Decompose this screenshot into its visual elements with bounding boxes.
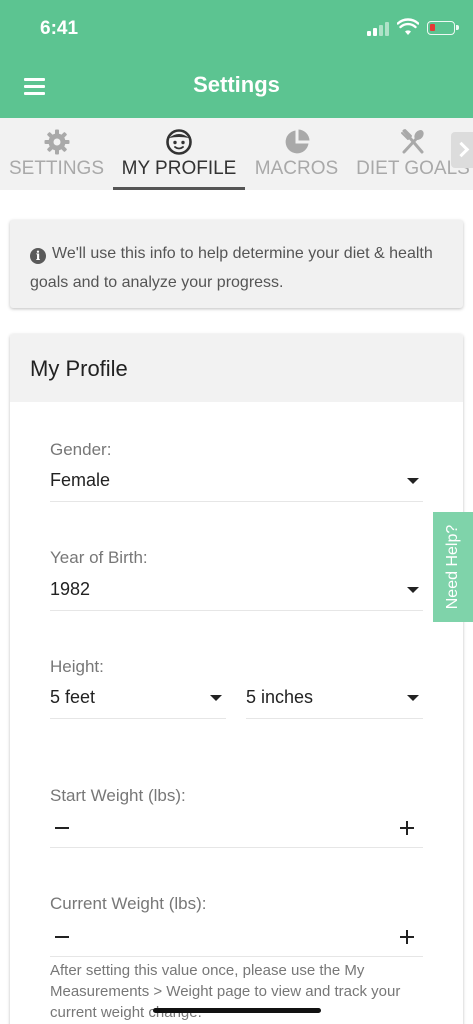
pie-chart-icon xyxy=(285,129,309,154)
start-weight-input[interactable] xyxy=(90,814,383,842)
app-header: 6:41 Settings xyxy=(0,0,473,118)
active-tab-indicator xyxy=(113,187,245,190)
birth-year-value: 1982 xyxy=(50,579,91,599)
home-indicator xyxy=(153,1008,321,1013)
chevron-down-icon xyxy=(407,587,419,593)
profile-title: My Profile xyxy=(30,356,128,381)
page-title: Settings xyxy=(193,72,280,97)
height-feet-value: 5 feet xyxy=(50,687,96,707)
signal-icon xyxy=(367,20,391,36)
height-inches-select[interactable]: 5 inches xyxy=(246,683,423,719)
wifi-icon xyxy=(397,18,419,35)
need-help-label: Need Help? xyxy=(444,524,461,610)
gender-select[interactable]: Female xyxy=(50,466,423,502)
status-bar: 6:41 xyxy=(0,0,473,58)
start-weight-increment-button[interactable] xyxy=(395,816,419,840)
current-weight-stepper xyxy=(50,921,423,957)
tab-my-profile[interactable]: MY PROFILE xyxy=(113,118,245,190)
current-weight-decrement-button[interactable] xyxy=(50,925,74,949)
gear-icon xyxy=(44,129,69,155)
current-weight-input[interactable] xyxy=(90,923,383,951)
need-help-button[interactable]: Need Help? xyxy=(433,512,473,622)
info-banner: i We'll use this info to help determine y… xyxy=(10,220,463,308)
tab-label: SETTINGS xyxy=(8,158,104,179)
info-icon: i xyxy=(30,248,46,264)
profile-header: My Profile xyxy=(10,334,463,402)
gender-value: Female xyxy=(50,470,111,490)
profile-card: My Profile Gender: Female Year of Birth:… xyxy=(10,334,463,1024)
tab-label: MACROS xyxy=(254,158,339,179)
birth-year-label: Year of Birth: xyxy=(50,548,148,567)
height-label: Height: xyxy=(50,657,104,676)
current-weight-hint: After setting this value once, please us… xyxy=(50,962,401,1021)
tab-settings[interactable]: SETTINGS xyxy=(0,118,113,190)
tab-scroll-right-icon[interactable] xyxy=(451,132,473,168)
chevron-down-icon xyxy=(210,695,222,701)
info-message: We'll use this info to help determine yo… xyxy=(30,245,433,291)
face-icon xyxy=(166,129,192,155)
height-feet-select[interactable]: 5 feet xyxy=(50,683,226,719)
tab-label: MY PROFILE xyxy=(121,158,237,179)
status-icons xyxy=(345,18,459,38)
current-weight-increment-button[interactable] xyxy=(395,925,419,949)
gender-label: Gender: xyxy=(50,440,112,459)
start-weight-stepper xyxy=(50,812,423,848)
info-text: i We'll use this info to help determine y… xyxy=(30,239,450,297)
height-inches-value: 5 inches xyxy=(246,687,314,707)
battery-icon xyxy=(427,21,459,35)
birth-year-select[interactable]: 1982 xyxy=(50,575,423,611)
tab-bar: SETTINGS MY PROFILE MACROS DIET GOALS xyxy=(0,118,473,190)
utensils-icon xyxy=(401,129,424,154)
start-weight-label: Start Weight (lbs): xyxy=(50,786,186,805)
start-weight-decrement-button[interactable] xyxy=(50,816,74,840)
tab-macros[interactable]: MACROS xyxy=(245,118,348,190)
chevron-down-icon xyxy=(407,478,419,484)
status-time: 6:41 xyxy=(40,18,79,39)
chevron-down-icon xyxy=(407,695,419,701)
current-weight-label: Current Weight (lbs): xyxy=(50,894,207,913)
